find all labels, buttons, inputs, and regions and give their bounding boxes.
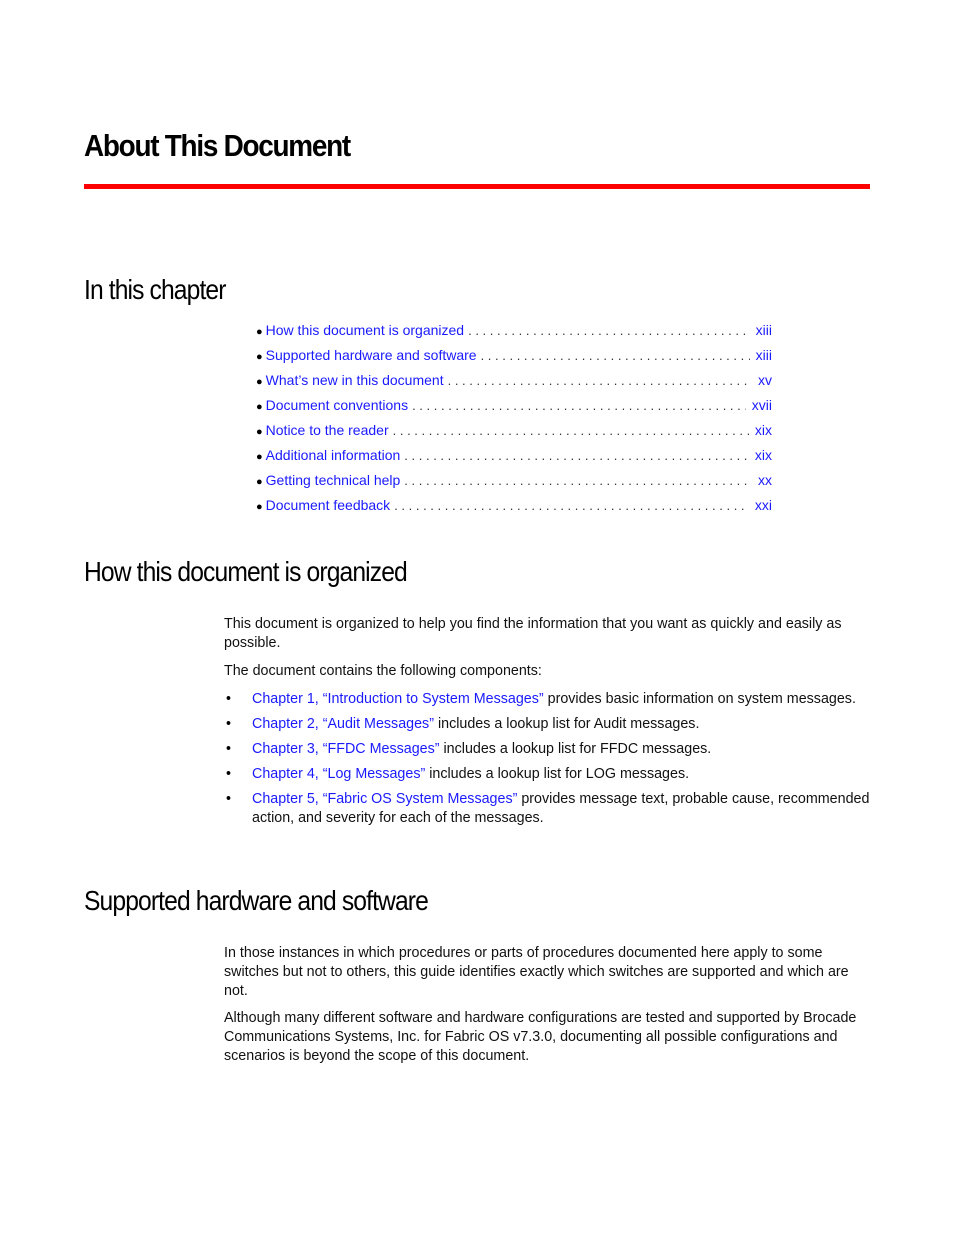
toc-leader (393, 423, 749, 438)
toc-link[interactable]: Additional information (266, 447, 401, 463)
toc-link[interactable]: Getting technical help (266, 472, 401, 488)
list-item: • Chapter 1, “Introduction to System Mess… (224, 690, 874, 709)
toc-page[interactable]: xiii (756, 322, 772, 338)
list-item: • Chapter 4, “Log Messages” includes a lo… (224, 765, 874, 784)
bullet-icon: ● (256, 501, 263, 513)
section-heading-organized: How this document is organized (84, 556, 408, 587)
toc-item[interactable]: ●Getting technical help xx (256, 472, 772, 497)
toc-item[interactable]: ●Notice to the reader xix (256, 422, 772, 447)
bullet-icon: ● (256, 351, 263, 363)
chapter-toc: ●How this document is organizedxiii ●Sup… (256, 322, 772, 522)
list-item: • Chapter 5, “Fabric OS System Messages” … (224, 790, 874, 828)
chapter-link[interactable]: Chapter 1, “Introduction to System Messa… (252, 691, 544, 707)
toc-page[interactable]: xx (758, 472, 772, 488)
toc-item[interactable]: ●What’s new in this document xv (256, 372, 772, 397)
toc-link[interactable]: Document feedback (266, 497, 391, 513)
bullet-icon: ● (256, 401, 263, 413)
organized-components-label: The document contains the following comp… (224, 663, 542, 679)
toc-leader (412, 398, 746, 413)
section-heading-in-this-chapter: In this chapter (84, 274, 226, 305)
toc-page[interactable]: xvii (752, 397, 772, 413)
toc-leader (404, 448, 749, 463)
chapter-description: includes a lookup list for LOG messages. (425, 766, 690, 782)
title-rule (84, 184, 870, 189)
toc-page[interactable]: xix (755, 422, 772, 438)
toc-item[interactable]: ●Additional information xix (256, 447, 772, 472)
bullet-icon: ● (256, 451, 263, 463)
toc-leader (468, 323, 750, 338)
chapter-description: provides basic information on system mes… (543, 691, 856, 707)
chapter-list: • Chapter 1, “Introduction to System Mess… (224, 690, 874, 834)
chapter-link[interactable]: Chapter 2, “Audit Messages” (252, 716, 434, 732)
section-heading-supported: Supported hardware and software (84, 885, 429, 916)
supported-para-1: In those instances in which procedures o… (224, 945, 849, 999)
toc-page[interactable]: xv (758, 372, 772, 388)
toc-link[interactable]: What’s new in this document (266, 372, 444, 388)
toc-link[interactable]: Document conventions (266, 397, 408, 413)
toc-link[interactable]: Supported hardware and software (266, 347, 477, 363)
chapter-link[interactable]: Chapter 5, “Fabric OS System Messages” (252, 791, 517, 807)
list-item: • Chapter 3, “FFDC Messages” includes a l… (224, 740, 874, 759)
supported-para-2: Although many different software and har… (224, 1010, 857, 1064)
toc-page[interactable]: xix (755, 447, 772, 463)
chapter-description: includes a lookup list for Audit message… (433, 716, 700, 732)
bullet-icon: ● (256, 426, 263, 438)
toc-leader (404, 473, 752, 488)
toc-item[interactable]: ●Supported hardware and software xiii (256, 347, 772, 372)
toc-leader (448, 373, 752, 388)
bullet-icon: • (226, 766, 232, 782)
bullet-icon: • (226, 741, 232, 757)
bullet-icon: • (226, 716, 232, 732)
toc-item[interactable]: ●Document conventions xvii (256, 397, 772, 422)
toc-link[interactable]: Notice to the reader (266, 422, 389, 438)
toc-page[interactable]: xiii (756, 347, 772, 363)
toc-leader (394, 498, 749, 513)
page-title: About This Document (84, 128, 351, 163)
bullet-icon: • (226, 691, 232, 707)
organized-intro: This document is organized to help you f… (224, 616, 842, 651)
toc-leader (481, 348, 750, 363)
bullet-icon: • (226, 791, 232, 807)
bullet-icon: ● (256, 376, 263, 388)
chapter-link[interactable]: Chapter 4, “Log Messages” (252, 766, 425, 782)
chapter-description: includes a lookup list for FFDC messages… (439, 741, 712, 757)
list-item: • Chapter 2, “Audit Messages” includes a … (224, 715, 874, 734)
toc-item[interactable]: ●Document feedback xxi (256, 497, 772, 522)
toc-item[interactable]: ●How this document is organized xiii (256, 322, 772, 347)
chapter-link[interactable]: Chapter 3, “FFDC Messages” (252, 741, 440, 757)
bullet-icon: ● (256, 476, 263, 488)
bullet-icon: ● (256, 326, 263, 338)
toc-page[interactable]: xxi (755, 497, 772, 513)
toc-link[interactable]: How this document is organized (266, 322, 464, 338)
